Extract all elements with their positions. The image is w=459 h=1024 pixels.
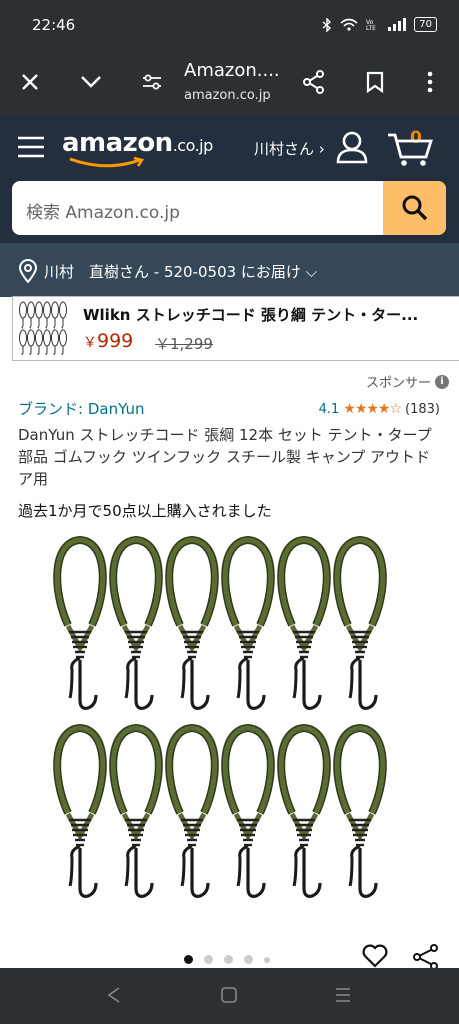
minimize-button[interactable]	[73, 64, 109, 100]
banner-product-thumbnail	[19, 301, 67, 355]
user-icon[interactable]	[335, 130, 369, 164]
banner-old-price: ￥1,299	[155, 335, 213, 353]
banner-title[interactable]: Wlikn ストレッチコード 張り綱 テント・ター...	[83, 304, 453, 325]
page-host[interactable]: amazon.co.jp	[184, 88, 271, 103]
product-title[interactable]: DanYun ストレッチコード 張綱 12本 セット テント・タープ部品 ゴムフ…	[18, 424, 438, 490]
sponsored-banner[interactable]: Wlikn ストレッチコード 張り綱 テント・ター... ￥999 ￥1,299	[12, 296, 459, 361]
volte-icon: VoLTE	[366, 19, 376, 31]
search-bar[interactable]: 検索 Amazon.co.jp	[12, 181, 446, 235]
share-icon	[303, 70, 324, 94]
delivery-location-bar[interactable]: 川村 直樹さん - 520-0503 にお届け ⌵	[0, 243, 459, 297]
product-share-icon[interactable]	[412, 944, 440, 970]
site-settings-button[interactable]	[134, 64, 170, 100]
location-pin-icon	[18, 259, 38, 283]
banner-price: ￥999	[83, 330, 133, 352]
account-link[interactable]: 川村さん ›	[254, 138, 325, 159]
price-symbol: ￥	[83, 335, 97, 351]
cart-icon[interactable]	[386, 132, 434, 168]
search-button[interactable]	[383, 181, 446, 235]
delivery-address: 川村 直樹さん - 520-0503 にお届け ⌵	[44, 263, 318, 281]
battery-icon: 70	[414, 17, 437, 32]
brand-link[interactable]: ブランド: DanYun	[18, 398, 145, 419]
bought-count: 過去1か月で50点以上購入されました	[18, 502, 272, 520]
chevron-down-icon	[81, 76, 101, 88]
more-menu-button[interactable]	[412, 64, 448, 100]
logo-suffix: .co.jp	[172, 136, 214, 155]
sponsored-text: スポンサー	[365, 376, 431, 391]
back-icon[interactable]	[106, 986, 122, 1004]
rating-value: 4.1	[318, 401, 340, 417]
carousel-dot[interactable]	[204, 955, 213, 964]
share-button[interactable]	[296, 64, 332, 100]
site-settings-icon	[143, 74, 161, 90]
status-time: 22:46	[32, 16, 76, 34]
status-icons: Vo LTE 70	[322, 17, 437, 32]
price-value: 999	[97, 330, 134, 352]
info-icon: i	[435, 374, 449, 389]
carousel-dot[interactable]	[244, 955, 253, 964]
rating-summary[interactable]: 4.1 ★★★★☆ (183)	[319, 401, 440, 417]
home-icon[interactable]	[221, 986, 237, 1004]
search-icon	[402, 195, 427, 221]
amazon-smile-icon	[69, 156, 145, 168]
browser-toolbar: Amazon.... amazon.co.jp	[0, 50, 459, 116]
search-input[interactable]: 検索 Amazon.co.jp	[26, 198, 180, 223]
wifi-icon	[340, 18, 358, 31]
wishlist-heart-icon[interactable]	[362, 944, 388, 968]
logo-text: amazon	[62, 128, 173, 158]
hamburger-menu-icon[interactable]	[17, 135, 45, 159]
amazon-logo[interactable]: amazon.co.jp	[62, 128, 213, 158]
svg-text:LTE: LTE	[366, 25, 376, 31]
image-carousel-dots[interactable]	[184, 955, 270, 964]
product-image[interactable]	[50, 530, 410, 930]
bookmark-button[interactable]	[357, 64, 393, 100]
page-tab-title[interactable]: Amazon....	[184, 60, 280, 81]
carousel-dot[interactable]	[224, 955, 233, 964]
close-tab-button[interactable]	[12, 64, 48, 100]
more-icon	[427, 71, 433, 93]
system-navigation-bar	[0, 968, 459, 1024]
recents-icon[interactable]	[335, 986, 351, 1004]
bookmark-icon	[366, 71, 384, 93]
close-icon	[22, 74, 38, 90]
signal-icon	[388, 18, 407, 31]
carousel-dot[interactable]	[264, 956, 270, 963]
bluetooth-icon	[322, 17, 332, 32]
rating-stars-icon: ★★★★☆	[343, 401, 402, 417]
rating-count: (183)	[405, 401, 440, 417]
sponsored-label[interactable]: スポンサー i	[366, 372, 449, 391]
carousel-dot[interactable]	[184, 955, 193, 964]
status-bar: 22:46 Vo LTE 70	[0, 0, 459, 50]
